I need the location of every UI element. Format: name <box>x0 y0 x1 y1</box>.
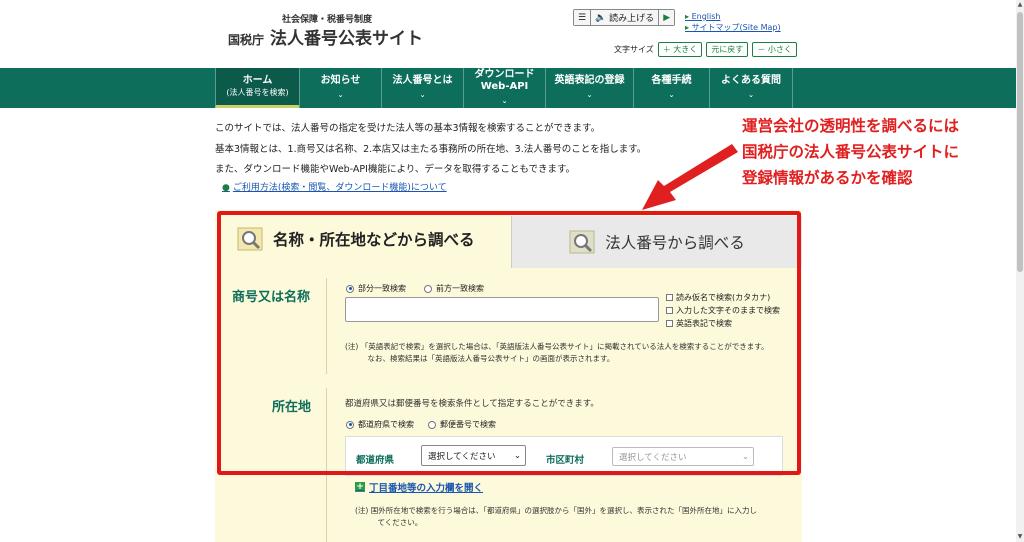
chevron-down-icon: ⌄ <box>586 91 593 99</box>
annotation-text: 運営会社の透明性を調べるには 国税庁の法人番号公表サイトに 登録情報があるかを確… <box>742 113 959 191</box>
logo-title: 法人番号公表サイト <box>270 29 424 49</box>
nav-label: 英語表記の登録 <box>554 75 625 86</box>
intro-line: また、ダウンロード機能やWeb-API機能により、データを取得することもできます… <box>215 164 576 175</box>
main-nav: ホーム (法人番号を検索) お知らせ ⌄ 法人番号とは ⌄ ダウンロード Web… <box>0 68 1024 108</box>
chevron-down-icon: ⌄ <box>748 91 754 99</box>
font-reset-button[interactable]: 元に戻す <box>706 42 749 57</box>
nav-label: お知らせ <box>320 75 361 86</box>
sitemap-link[interactable]: サイトマップ(Site Map) <box>685 22 781 33</box>
arrow-circle-icon: ● <box>222 183 230 193</box>
nav-label: ダウンロード <box>474 69 535 80</box>
scrollbar-thumb[interactable] <box>1017 12 1023 272</box>
annotation-line: 国税庁の法人番号公表サイトに <box>742 143 960 161</box>
intro-line: 基本3情報とは、1.商号又は名称、2.本店又は主たる事務所の所在地、3.法人番号… <box>215 143 647 155</box>
scroll-up-icon[interactable]: ▲ <box>1016 0 1024 10</box>
font-larger-button[interactable]: ＋ 大きく <box>657 42 703 57</box>
nav-label: よくある質問 <box>721 75 781 86</box>
chevron-down-icon: ⌄ <box>419 91 426 99</box>
note-line: (注) 国外所在地で検索を行う場合は、「都道府県」の選択肢から「国外」を選択し、… <box>355 506 757 515</box>
menu-icon[interactable]: ☰ <box>574 10 592 25</box>
read-aloud-button[interactable]: 🔈 読み上げる <box>591 10 660 25</box>
chevron-down-icon: ⌄ <box>501 97 508 105</box>
font-size-controls: 文字サイズ ＋ 大きく 元に戻す － 小さく <box>614 42 797 57</box>
plus-icon: + <box>355 482 365 492</box>
intro-text: このサイトでは、法人番号の指定を受けた法人等の基本3情報を検索することができます… <box>215 119 646 181</box>
nav-label: 各種手続 <box>651 75 692 86</box>
annotation-arrow-icon <box>642 144 738 210</box>
nav-sublabel: Web-API <box>480 81 529 92</box>
nav-item-news[interactable]: お知らせ ⌄ <box>299 68 381 108</box>
annotation-line: 登録情報があるかを確認 <box>742 169 913 187</box>
nav-label: ホーム <box>242 74 273 86</box>
nav-item-download[interactable]: ダウンロード Web-API ⌄ <box>463 68 545 108</box>
expand-address-link[interactable]: + 丁目番地等の入力欄を開く <box>355 480 483 494</box>
expand-link-text: 丁目番地等の入力欄を開く <box>369 483 484 494</box>
nav-item-home[interactable]: ホーム (法人番号を検索) <box>215 68 299 108</box>
logo-prefix: 国税庁 <box>228 33 265 47</box>
font-smaller-button[interactable]: － 小さく <box>752 42 797 57</box>
highlight-box <box>217 211 801 475</box>
note-line: てください。 <box>355 518 423 527</box>
nav-item-procedures[interactable]: 各種手続 ⌄ <box>633 68 709 108</box>
annotation-line: 運営会社の透明性を調べるには <box>742 117 960 135</box>
chevron-down-icon: ⌄ <box>668 91 675 99</box>
play-icon[interactable]: ▶ <box>659 10 675 25</box>
usage-link[interactable]: ● ご利用方法(検索・閲覧、ダウンロード機能)について <box>222 180 447 193</box>
scroll-down-icon[interactable]: ▼ <box>1016 532 1024 542</box>
speaker-icon: 🔈 <box>595 12 607 23</box>
read-aloud-label: 読み上げる <box>609 14 655 24</box>
read-aloud-bar: ☰ 🔈 読み上げる ▶ <box>573 9 676 26</box>
overseas-note: (注) 国外所在地で検索を行う場合は、「都道府県」の選択肢から「国外」を選択し、… <box>355 505 757 529</box>
site-logo[interactable]: 国税庁 法人番号公表サイト <box>228 24 423 49</box>
nav-item-english[interactable]: 英語表記の登録 ⌄ <box>545 68 633 108</box>
nav-label: 法人番号とは <box>392 75 453 86</box>
nav-item-faq[interactable]: よくある質問 ⌄ <box>709 68 793 108</box>
nav-item-about[interactable]: 法人番号とは ⌄ <box>381 68 463 108</box>
site-header: 社会保障・税番号制度 国税庁法人番号公表サイト ☰ 🔈 読み上げる ▶ Engl… <box>0 0 1024 68</box>
intro-line: このサイトでは、法人番号の指定を受けた法人等の基本3情報を検索することができます… <box>215 123 601 134</box>
nav-sublabel: (法人番号を検索) <box>226 87 289 97</box>
english-link[interactable]: English <box>685 11 781 22</box>
top-links: English サイトマップ(Site Map) <box>685 11 781 33</box>
chevron-down-icon: ⌄ <box>337 91 344 99</box>
font-size-label: 文字サイズ <box>614 45 654 54</box>
usage-link-text: ご利用方法(検索・閲覧、ダウンロード機能)について <box>232 183 447 193</box>
